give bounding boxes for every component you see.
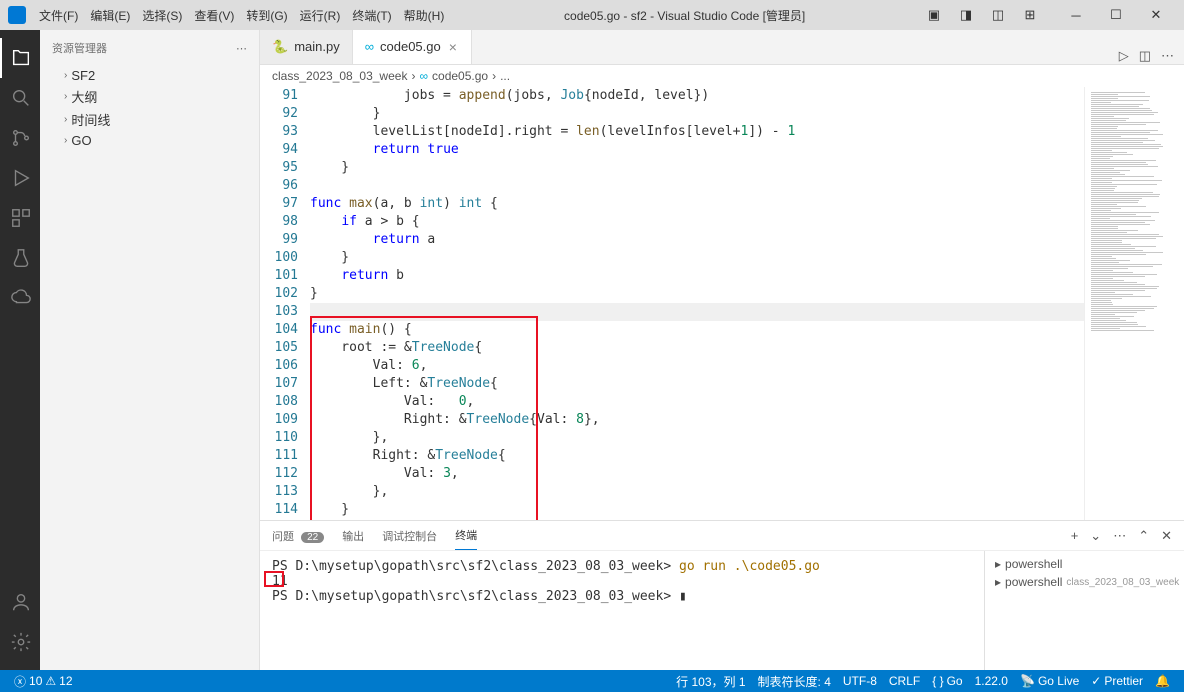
menu-select[interactable]: 选择(S) (137, 5, 187, 26)
explorer-icon[interactable] (0, 38, 40, 78)
tab-label: code05.go (380, 39, 441, 54)
status-go-live[interactable]: 📡 Go Live (1014, 673, 1085, 690)
tree-item-sf2[interactable]: ›SF2 (44, 66, 255, 85)
status-encoding[interactable]: UTF-8 (837, 673, 883, 690)
sidebar-more-icon[interactable]: ⋯ (236, 42, 247, 55)
terminal-item[interactable]: ▸powershell (989, 555, 1180, 573)
maximize-button[interactable]: ☐ (1096, 0, 1136, 30)
menu-run[interactable]: 运行(R) (295, 5, 346, 26)
sidebar-header: 资源管理器 ⋯ (40, 30, 259, 66)
menu-edit[interactable]: 编辑(E) (85, 5, 135, 26)
chevron-right-icon: › (64, 114, 67, 125)
split-editor-icon[interactable]: ◫ (1139, 48, 1151, 64)
panel-tabs: 问题 22 输出 调试控制台 终端 + ⌄ ⋯ ⌃ ✕ (260, 521, 1184, 551)
chevron-right-icon: › (64, 70, 67, 81)
go-file-icon: ∞ (365, 39, 374, 54)
panel-tab-problems[interactable]: 问题 22 (272, 522, 324, 550)
layout-sidebar-icon[interactable]: ◨ (952, 1, 980, 29)
menu-help[interactable]: 帮助(H) (399, 5, 450, 26)
terminal-shell-icon: ▸ (995, 575, 1001, 589)
run-icon[interactable]: ▷ (1119, 48, 1129, 64)
extensions-icon[interactable] (0, 198, 40, 238)
statusbar: ⓧ 10 ⚠ 12 行 103，列 1 制表符长度: 4 UTF-8 CRLF … (0, 670, 1184, 692)
settings-icon[interactable] (0, 622, 40, 662)
window-title: code05.go - sf2 - Visual Studio Code [管理… (449, 7, 920, 24)
menubar: 文件(F) 编辑(E) 选择(S) 查看(V) 转到(G) 运行(R) 终端(T… (34, 5, 449, 26)
panel: 问题 22 输出 调试控制台 终端 + ⌄ ⋯ ⌃ ✕ PS D:\mysetu… (260, 520, 1184, 670)
debug-icon[interactable] (0, 158, 40, 198)
layout-panel-icon[interactable]: ▣ (920, 1, 948, 29)
layout-customize-icon[interactable]: ⊞ (1016, 1, 1044, 29)
terminal-list: ▸powershell ▸powershell class_2023_08_03… (984, 551, 1184, 670)
panel-tab-output[interactable]: 输出 (342, 522, 364, 550)
layout-right-icon[interactable]: ◫ (984, 1, 1012, 29)
status-bell-icon[interactable]: 🔔 (1149, 673, 1176, 690)
chevron-down-icon[interactable]: ⌄ (1090, 528, 1101, 544)
status-lang[interactable]: { } Go (926, 673, 968, 690)
cloud-icon[interactable] (0, 278, 40, 318)
tab-code05-go[interactable]: ∞ code05.go × (353, 30, 472, 64)
account-icon[interactable] (0, 582, 40, 622)
tree-item-go[interactable]: ›GO (44, 131, 255, 150)
editor[interactable]: 9192939495969798991001011021031041051061… (260, 87, 1184, 520)
tree-item-timeline[interactable]: ›时间线 (44, 108, 255, 131)
menu-file[interactable]: 文件(F) (34, 5, 83, 26)
close-button[interactable]: ✕ (1136, 0, 1176, 30)
status-prettier[interactable]: ✓ Prettier (1085, 673, 1149, 690)
terminal-shell-icon: ▸ (995, 557, 1001, 571)
panel-tab-debug[interactable]: 调试控制台 (382, 522, 437, 550)
add-terminal-icon[interactable]: + (1071, 528, 1079, 544)
highlight-main-function (310, 316, 538, 520)
vscode-icon (8, 6, 26, 24)
minimize-button[interactable]: ─ (1056, 0, 1096, 30)
sidebar: 资源管理器 ⋯ ›SF2 ›大纲 ›时间线 ›GO (40, 30, 260, 670)
chevron-right-icon: › (64, 91, 67, 102)
menu-view[interactable]: 查看(V) (189, 5, 239, 26)
source-control-icon[interactable] (0, 118, 40, 158)
breadcrumbs[interactable]: class_2023_08_03_week › ∞ code05.go › ..… (260, 65, 1184, 87)
more-icon[interactable]: ⋯ (1113, 528, 1126, 544)
terminal-item[interactable]: ▸powershell class_2023_08_03_week (989, 573, 1180, 591)
panel-tab-terminal[interactable]: 终端 (455, 521, 477, 550)
titlebar: 文件(F) 编辑(E) 选择(S) 查看(V) 转到(G) 运行(R) 终端(T… (0, 0, 1184, 30)
close-icon[interactable]: × (447, 39, 459, 55)
highlight-output (264, 571, 284, 587)
python-file-icon: 🐍 (272, 39, 288, 55)
terminal[interactable]: PS D:\mysetup\gopath\src\sf2\class_2023_… (260, 551, 984, 670)
status-errors[interactable]: ⓧ 10 ⚠ 12 (8, 673, 79, 690)
search-icon[interactable] (0, 78, 40, 118)
maximize-panel-icon[interactable]: ⌃ (1138, 528, 1149, 544)
status-eol[interactable]: CRLF (883, 673, 926, 690)
activity-bar (0, 30, 40, 670)
chevron-right-icon: › (64, 135, 67, 146)
tab-main-py[interactable]: 🐍 main.py (260, 30, 353, 64)
testing-icon[interactable] (0, 238, 40, 278)
close-panel-icon[interactable]: ✕ (1161, 528, 1172, 544)
editor-tabs: 🐍 main.py ∞ code05.go × ▷ ◫ ⋯ (260, 30, 1184, 65)
status-line-col[interactable]: 行 103，列 1 (670, 673, 751, 690)
menu-terminal[interactable]: 终端(T) (347, 5, 396, 26)
tree-item-outline[interactable]: ›大纲 (44, 85, 255, 108)
more-icon[interactable]: ⋯ (1161, 48, 1174, 64)
menu-goto[interactable]: 转到(G) (241, 5, 292, 26)
tab-label: main.py (294, 39, 340, 54)
minimap[interactable] (1084, 87, 1184, 520)
status-tab-size[interactable]: 制表符长度: 4 (752, 673, 837, 690)
status-go-version[interactable]: 1.22.0 (969, 673, 1014, 690)
sidebar-title: 资源管理器 (52, 40, 107, 56)
